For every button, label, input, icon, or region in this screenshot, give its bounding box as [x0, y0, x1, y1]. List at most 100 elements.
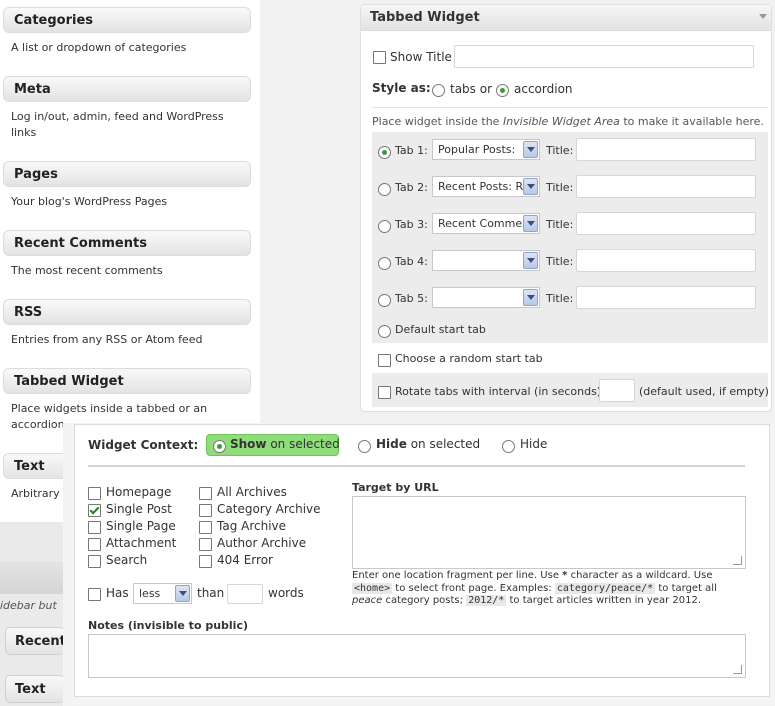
collapse-arrow-icon[interactable]	[759, 14, 767, 19]
tab-5-start-radio[interactable]	[378, 294, 391, 307]
tab-4-select[interactable]	[432, 250, 540, 271]
404-error-checkbox[interactable]	[199, 555, 212, 568]
resize-grip-icon[interactable]	[733, 556, 742, 565]
target-url-help: Enter one location fragment per line. Us…	[352, 570, 717, 606]
rotate-tabs-checkbox[interactable]	[378, 386, 391, 399]
word-count-input[interactable]	[227, 584, 263, 604]
homepage-label: Homepage	[106, 485, 172, 499]
notes-textarea[interactable]	[88, 634, 746, 678]
tab-3-title-label: Title:	[546, 218, 574, 231]
invisible-area-hint: Place widget inside the Invisible Widget…	[372, 115, 764, 128]
rotate-interval-input[interactable]	[599, 379, 635, 402]
author-archive-label: Author Archive	[217, 536, 307, 550]
all-archives-checkbox[interactable]	[199, 487, 212, 500]
widget-rss-desc: Entries from any RSS or Atom feed	[11, 333, 203, 346]
tag-archive-checkbox[interactable]	[199, 521, 212, 534]
tab-4-start-radio[interactable]	[378, 257, 391, 270]
hide-radio[interactable]	[502, 440, 515, 453]
compare-select[interactable]: less	[133, 583, 192, 604]
sidebar-widget-text[interactable]: Text	[5, 675, 65, 703]
search-checkbox[interactable]	[88, 555, 101, 568]
sidebar-hint: idebar but	[0, 599, 57, 612]
author-archive-checkbox[interactable]	[199, 538, 212, 551]
chevron-down-icon	[175, 585, 190, 602]
context-divider	[88, 465, 745, 467]
style-tabs-radio[interactable]	[432, 84, 445, 97]
target-by-url-title: Target by URL	[352, 481, 439, 494]
tab-1-select[interactable]: Popular Posts:	[432, 139, 540, 160]
target-url-textarea[interactable]	[352, 496, 746, 569]
tab-3-select[interactable]: Recent Comme	[432, 213, 540, 234]
style-accordion-radio[interactable]	[496, 84, 509, 97]
tab-5-select[interactable]	[432, 287, 540, 308]
widget-recent-comments-desc: The most recent comments	[11, 264, 163, 277]
style-accordion-label: accordion	[514, 82, 573, 96]
homepage-checkbox[interactable]	[88, 487, 101, 500]
show-on-selected-label: Show on selected	[230, 437, 340, 451]
tab-2-select[interactable]: Recent Posts: R	[432, 176, 540, 197]
show-title-label: Show Title	[390, 50, 452, 64]
tabbed-widget-title[interactable]: Tabbed Widget	[361, 5, 771, 31]
style-tabs-label: tabs or	[450, 82, 493, 96]
default-start-label: Default start tab	[395, 323, 486, 336]
widget-pages-title[interactable]: Pages	[3, 161, 251, 187]
widget-rss-title[interactable]: RSS	[3, 299, 251, 325]
search-label: Search	[106, 553, 148, 567]
tab-3-start-radio[interactable]	[378, 220, 391, 233]
has-label: Has	[106, 586, 129, 600]
tab-1-start-radio[interactable]	[378, 146, 391, 159]
widget-meta-desc: Log in/out, admin, feed and WordPress li…	[11, 110, 224, 139]
tab-2-start-radio[interactable]	[378, 183, 391, 196]
tab-5-title-input[interactable]	[576, 286, 756, 309]
tag-archive-label: Tag Archive	[217, 519, 287, 533]
hide-on-selected-radio[interactable]	[358, 440, 371, 453]
tab-3-label: Tab 3:	[395, 218, 428, 231]
widget-categories-desc: A list or dropdown of categories	[11, 41, 187, 54]
rotate-tabs-label: Rotate tabs with interval (in seconds):	[395, 385, 605, 398]
divider	[372, 107, 768, 108]
attachment-checkbox[interactable]	[88, 538, 101, 551]
chevron-down-icon	[523, 178, 538, 195]
tab-5-label: Tab 5:	[395, 292, 428, 305]
random-start-checkbox[interactable]	[378, 354, 391, 367]
tab-1-title-label: Title:	[546, 144, 574, 157]
resize-grip-icon[interactable]	[733, 665, 742, 674]
hide-on-selected-label: Hide on selected	[376, 437, 481, 451]
chevron-down-icon	[523, 141, 538, 158]
category-archive-label: Category Archive	[217, 502, 321, 516]
widget-recent-comments-title[interactable]: Recent Comments	[3, 230, 251, 256]
chevron-down-icon	[523, 215, 538, 232]
style-as-label: Style as:	[372, 81, 431, 95]
widget-tabbed-title[interactable]: Tabbed Widget	[3, 368, 251, 394]
tab-4-label: Tab 4:	[395, 255, 428, 268]
tab-1-title-input[interactable]	[576, 138, 756, 161]
category-archive-checkbox[interactable]	[199, 504, 212, 517]
widget-meta-title[interactable]: Meta	[3, 76, 251, 102]
tab-4-title-input[interactable]	[576, 249, 756, 272]
tab-1-label: Tab 1:	[395, 144, 428, 157]
show-title-checkbox[interactable]	[373, 51, 386, 64]
word-count-checkbox[interactable]	[88, 588, 101, 601]
hide-label: Hide	[520, 437, 548, 451]
tab-2-title-input[interactable]	[576, 175, 756, 198]
sidebar-widget-recent[interactable]: Recent	[5, 627, 66, 655]
all-archives-label: All Archives	[217, 485, 287, 499]
show-on-selected-radio[interactable]	[213, 440, 226, 453]
chevron-down-icon	[523, 252, 538, 269]
than-label: than	[197, 586, 225, 600]
widget-categories-title[interactable]: Categories	[3, 7, 251, 33]
chevron-down-icon	[523, 289, 538, 306]
single-post-checkbox[interactable]	[88, 504, 101, 517]
tab-2-title-label: Title:	[546, 181, 574, 194]
title-input[interactable]	[454, 45, 754, 68]
notes-title: Notes (invisible to public)	[88, 619, 248, 632]
tab-2-label: Tab 2:	[395, 181, 428, 194]
default-start-radio[interactable]	[378, 325, 391, 338]
single-page-label: Single Page	[106, 519, 176, 533]
widget-pages-desc: Your blog's WordPress Pages	[11, 195, 168, 208]
words-label: words	[268, 586, 304, 600]
tab-3-title-input[interactable]	[576, 212, 756, 235]
single-page-checkbox[interactable]	[88, 521, 101, 534]
tab-4-title-label: Title:	[546, 255, 574, 268]
widget-context-label: Widget Context:	[88, 438, 199, 452]
